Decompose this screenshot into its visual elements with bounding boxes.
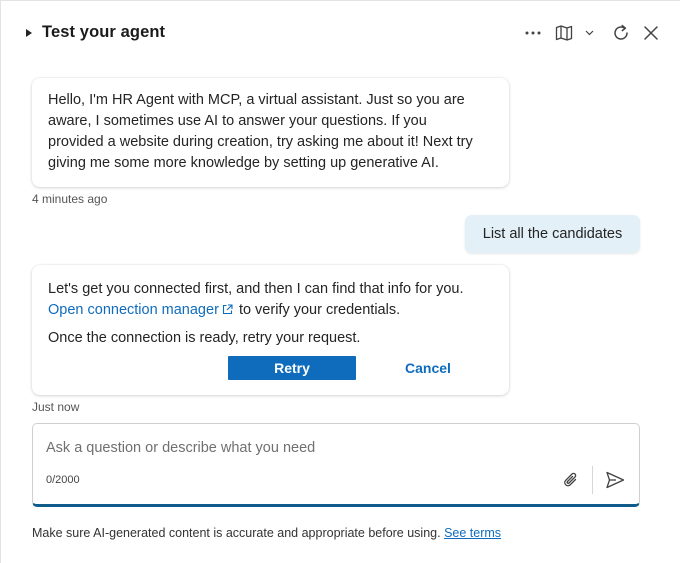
message-composer: 0/2000	[32, 423, 640, 507]
user-message: List all the candidates	[465, 215, 640, 253]
close-icon[interactable]	[640, 21, 662, 45]
message-input[interactable]	[46, 437, 586, 459]
message-timestamp: 4 minutes ago	[32, 192, 108, 206]
refresh-icon[interactable]	[610, 21, 632, 45]
message-text-line: provided a website during creation, try …	[48, 134, 473, 150]
caret-right-icon[interactable]	[23, 26, 35, 40]
message-timestamp: Just now	[32, 400, 80, 414]
cancel-button[interactable]: Cancel	[378, 356, 478, 380]
send-icon[interactable]	[601, 467, 629, 493]
bot-message-connection: Let's get you connected first, and then …	[32, 265, 509, 395]
disclaimer-text: Make sure AI-generated content is accura…	[32, 526, 441, 540]
message-text-suffix: to verify your credentials.	[238, 302, 401, 318]
divider	[592, 466, 593, 494]
message-text-line: Let's get you connected first, and then …	[48, 281, 464, 297]
message-text-line: aware, I sometimes use AI to answer your…	[48, 113, 427, 129]
paperclip-icon[interactable]	[559, 468, 583, 492]
message-text-line: Once the connection is ready, retry your…	[48, 330, 361, 346]
message-text-line: giving me some more knowledge by setting…	[48, 155, 439, 171]
bot-message-greeting: Hello, I'm HR Agent with MCP, a virtual …	[32, 78, 509, 187]
see-terms-link[interactable]: See terms	[444, 526, 501, 540]
ai-disclaimer: Make sure AI-generated content is accura…	[32, 526, 501, 540]
more-horizontal-icon[interactable]	[523, 21, 543, 45]
page-title: Test your agent	[42, 23, 166, 41]
test-agent-pane: Test your agent Hello, I'm HR Agent with…	[0, 0, 680, 563]
open-connection-manager-link[interactable]: Open connection manager	[48, 302, 219, 318]
retry-button[interactable]: Retry	[228, 356, 356, 380]
connection-row: Open connection manager to verify your c…	[48, 300, 493, 321]
pane-header: Test your agent	[1, 1, 680, 65]
message-text-line: Hello, I'm HR Agent with MCP, a virtual …	[48, 92, 465, 108]
external-link-icon[interactable]	[222, 301, 233, 322]
character-count: 0/2000	[46, 474, 80, 486]
map-icon[interactable]	[553, 21, 575, 45]
chevron-down-icon[interactable]	[583, 21, 595, 45]
